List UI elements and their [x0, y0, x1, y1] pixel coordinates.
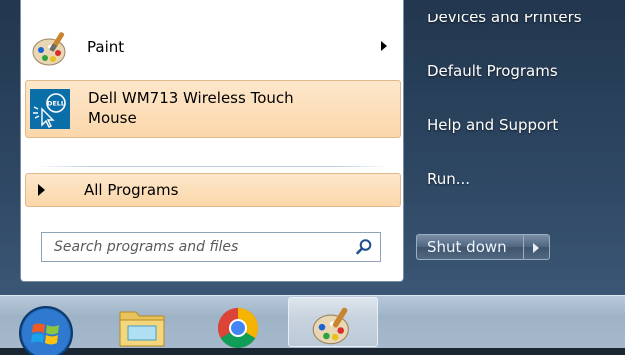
- search-input[interactable]: [42, 233, 342, 261]
- program-item-dell-touch-mouse[interactable]: DELL Dell WM713 Wireless Touch Mouse: [25, 80, 401, 138]
- program-item-paint[interactable]: Paint: [25, 24, 401, 72]
- search-icon[interactable]: [355, 238, 373, 256]
- right-item-help-and-support[interactable]: Help and Support: [427, 116, 558, 134]
- dell-touch-mouse-icon: DELL: [30, 89, 70, 129]
- all-programs-button[interactable]: All Programs: [25, 173, 401, 207]
- program-label-line2: Mouse: [88, 109, 137, 127]
- menu-separator: [37, 166, 389, 167]
- right-item-default-programs[interactable]: Default Programs: [427, 62, 558, 80]
- shutdown-options-button[interactable]: [524, 234, 550, 260]
- google-chrome-icon[interactable]: [212, 302, 264, 350]
- start-orb[interactable]: [17, 303, 75, 355]
- program-label-line1: Dell WM713 Wireless Touch: [88, 89, 294, 107]
- windows-explorer-icon[interactable]: [116, 302, 168, 350]
- submenu-arrow-icon[interactable]: [381, 41, 387, 51]
- all-programs-label: All Programs: [84, 181, 179, 199]
- chevron-right-icon: [533, 243, 539, 253]
- start-menu-programs-panel: Paint DELL Dell WM713 Wireless Touch Mou…: [20, 0, 404, 282]
- program-label: Dell WM713 Wireless Touch Mouse: [88, 88, 348, 128]
- right-item-run[interactable]: Run...: [427, 170, 470, 188]
- all-programs-arrow-icon: [38, 184, 45, 196]
- svg-text:DELL: DELL: [47, 100, 65, 108]
- paint-palette-icon: [32, 32, 66, 66]
- paint-palette-icon: [312, 307, 349, 345]
- program-label: Paint: [87, 38, 125, 56]
- taskbar-paint-button[interactable]: [288, 297, 378, 347]
- shutdown-button[interactable]: Shut down: [416, 234, 524, 260]
- search-box[interactable]: [41, 232, 381, 262]
